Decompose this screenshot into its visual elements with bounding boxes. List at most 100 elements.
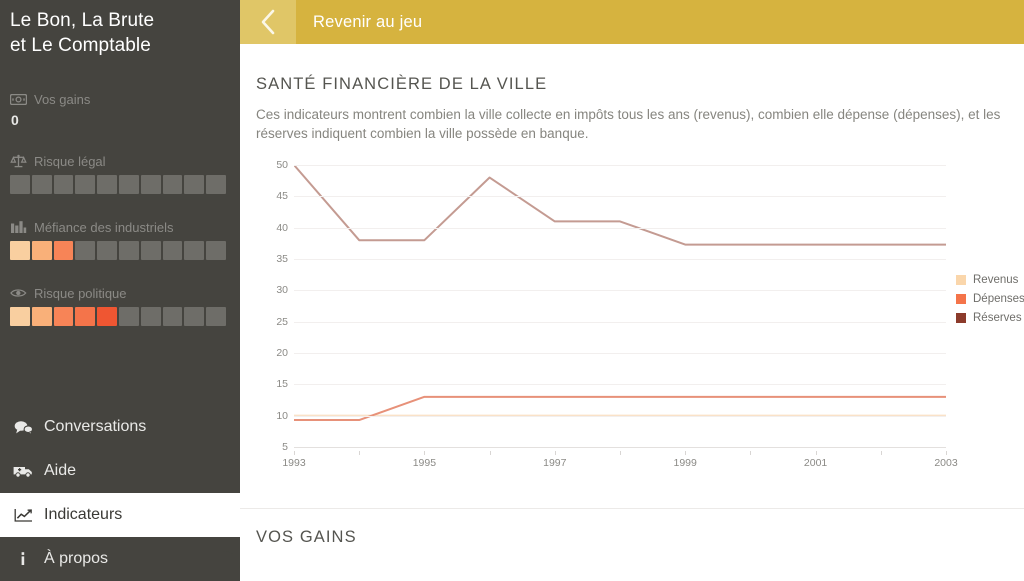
sidebar-item-label-conversations: Conversations bbox=[44, 418, 147, 435]
chevron-left-icon bbox=[260, 9, 277, 35]
sidebar-stats: Vos gains 0 Risque légal Méfiance des in… bbox=[0, 58, 240, 326]
stat-vos-gains-head: Vos gains bbox=[10, 90, 228, 108]
sidebar-item-label-a-propos: À propos bbox=[44, 550, 109, 567]
chart-x-tick-label: 2003 bbox=[934, 457, 958, 469]
legend-item[interactable]: Réserves bbox=[956, 309, 1024, 326]
page-description: Ces indicateurs montrent combien la vill… bbox=[256, 107, 1001, 141]
back-button[interactable] bbox=[240, 0, 296, 44]
legend-label: Revenus bbox=[973, 273, 1019, 286]
info-icon bbox=[13, 550, 33, 568]
line-chart-icon bbox=[13, 506, 33, 524]
gauge-cell bbox=[31, 307, 52, 326]
chart-legend: Revenus Dépenses Réserves bbox=[956, 271, 1024, 328]
gauge-cell bbox=[206, 175, 226, 194]
chart-gridline bbox=[294, 384, 946, 386]
stat-vos-gains-label: Vos gains bbox=[34, 91, 91, 107]
chart-x-axis: 1993 1995 1997 1999 2001 2003 bbox=[282, 451, 958, 471]
chart-x-tick-label: 1997 bbox=[543, 457, 567, 469]
app-title: Le Bon, La Brute et Le Comptable bbox=[0, 0, 240, 58]
stat-vos-gains-value: 0 bbox=[11, 112, 19, 128]
main-content: SANTÉ FINANCIÈRE DE LA VILLE Ces indicat… bbox=[240, 75, 1024, 469]
sidebar-item-a-propos[interactable]: À propos bbox=[0, 537, 240, 581]
legend-swatch bbox=[956, 312, 966, 323]
chart-x-tick-mark bbox=[815, 451, 817, 455]
chart-x-tick-mark bbox=[750, 451, 752, 455]
chart-x-tick-mark bbox=[946, 451, 947, 455]
app-root: Le Bon, La Brute et Le Comptable Vos gai… bbox=[0, 0, 1024, 581]
gauge-cell bbox=[53, 175, 74, 194]
finance-chart: 5 10 15 20 25 30 35 40 45 50 1993 1995 1997 1999 2001… bbox=[256, 159, 1024, 471]
chart-x-tick-mark bbox=[489, 451, 491, 455]
gauge-cell bbox=[97, 241, 117, 260]
main-panel: Revenir au jeu SANTÉ FINANCIÈRE DE LA VI… bbox=[240, 0, 1024, 581]
chat-bubbles-icon bbox=[13, 418, 33, 436]
chart-x-tick-label: 1993 bbox=[282, 457, 306, 469]
banknote-icon bbox=[10, 92, 27, 107]
gauge-cell bbox=[53, 307, 74, 326]
stat-risque-politique-gauge bbox=[10, 307, 226, 326]
stat-risque-politique-label: Risque politique bbox=[34, 285, 127, 301]
eye-icon bbox=[10, 286, 27, 301]
sidebar-item-conversations[interactable]: Conversations bbox=[0, 405, 240, 449]
chart-plot-area bbox=[293, 164, 947, 448]
gauge-cell bbox=[162, 241, 183, 260]
stat-mefiance-industriels-gauge bbox=[10, 241, 226, 260]
gauge-cell bbox=[162, 175, 183, 194]
legend-item[interactable]: Revenus bbox=[956, 271, 1024, 288]
chart-gridline bbox=[294, 290, 946, 292]
topbar: Revenir au jeu bbox=[240, 0, 1024, 44]
chart-axis-line bbox=[294, 447, 946, 448]
chart-y-tick-label: 50 bbox=[276, 159, 288, 171]
stat-risque-politique-head: Risque politique bbox=[10, 284, 228, 302]
legend-label: Réserves bbox=[973, 311, 1022, 324]
stat-risque-legal-head: Risque légal bbox=[10, 152, 228, 170]
stat-risque-politique: Risque politique bbox=[10, 284, 228, 326]
stat-mefiance-industriels: Méfiance des industriels bbox=[10, 218, 228, 260]
legend-label: Dépenses bbox=[973, 292, 1024, 305]
sidebar-item-label-aide: Aide bbox=[44, 462, 77, 479]
chart-x-tick-label: 1999 bbox=[673, 457, 697, 469]
gauge-cell bbox=[118, 307, 139, 326]
chart-x-tick-mark bbox=[424, 451, 426, 455]
stat-risque-legal-gauge bbox=[10, 175, 226, 194]
stat-mefiance-industriels-label: Méfiance des industriels bbox=[34, 219, 174, 235]
gauge-cell bbox=[97, 175, 117, 194]
chart-x-tick-mark bbox=[620, 451, 621, 455]
legend-item[interactable]: Dépenses bbox=[956, 290, 1024, 307]
gauge-cell bbox=[118, 241, 139, 260]
gauge-cell bbox=[184, 175, 205, 194]
gauge-cell bbox=[31, 241, 52, 260]
gauge-cell bbox=[184, 241, 205, 260]
chart-y-tick-label: 20 bbox=[276, 347, 288, 359]
gauge-cell bbox=[31, 175, 52, 194]
stat-mefiance-industriels-head: Méfiance des industriels bbox=[10, 218, 228, 236]
chart-x-tick-label: 1995 bbox=[412, 457, 437, 469]
legend-swatch bbox=[956, 293, 966, 304]
sidebar: Le Bon, La Brute et Le Comptable Vos gai… bbox=[0, 0, 240, 581]
gauge-cell bbox=[97, 307, 117, 326]
app-title-line-1: Le Bon, La Brute bbox=[10, 10, 155, 31]
gauge-cell bbox=[140, 241, 161, 260]
chart-x-tick-mark bbox=[359, 451, 361, 455]
gauge-cell bbox=[118, 175, 139, 194]
chart-y-tick-label: 35 bbox=[276, 253, 288, 265]
chart-y-axis: 5 10 15 20 25 30 35 40 45 50 bbox=[256, 159, 288, 453]
sidebar-item-aide[interactable]: Aide bbox=[0, 449, 240, 510]
gauge-cell bbox=[10, 241, 30, 260]
gains-section-title: VOS GAINS bbox=[256, 528, 357, 546]
chart-y-tick-label: 15 bbox=[276, 378, 288, 391]
chart-gridline bbox=[294, 321, 946, 323]
sidebar-item-indicateurs[interactable]: Indicateurs bbox=[0, 493, 240, 537]
chart-gridline bbox=[294, 353, 946, 354]
gauge-cell bbox=[140, 307, 161, 326]
chart-gridline bbox=[294, 415, 946, 417]
page-title: SANTÉ FINANCIÈRE DE LA VILLE bbox=[256, 75, 548, 93]
chart-gridline bbox=[294, 165, 946, 166]
chart-x-tick-mark bbox=[554, 451, 556, 455]
gauge-cell bbox=[75, 241, 96, 260]
gauge-cell bbox=[162, 307, 183, 326]
gauge-cell bbox=[75, 307, 96, 326]
stat-risque-legal-label: Risque légal bbox=[34, 153, 106, 169]
back-label[interactable]: Revenir au jeu bbox=[296, 0, 422, 44]
chart-y-tick-label: 45 bbox=[276, 190, 288, 203]
